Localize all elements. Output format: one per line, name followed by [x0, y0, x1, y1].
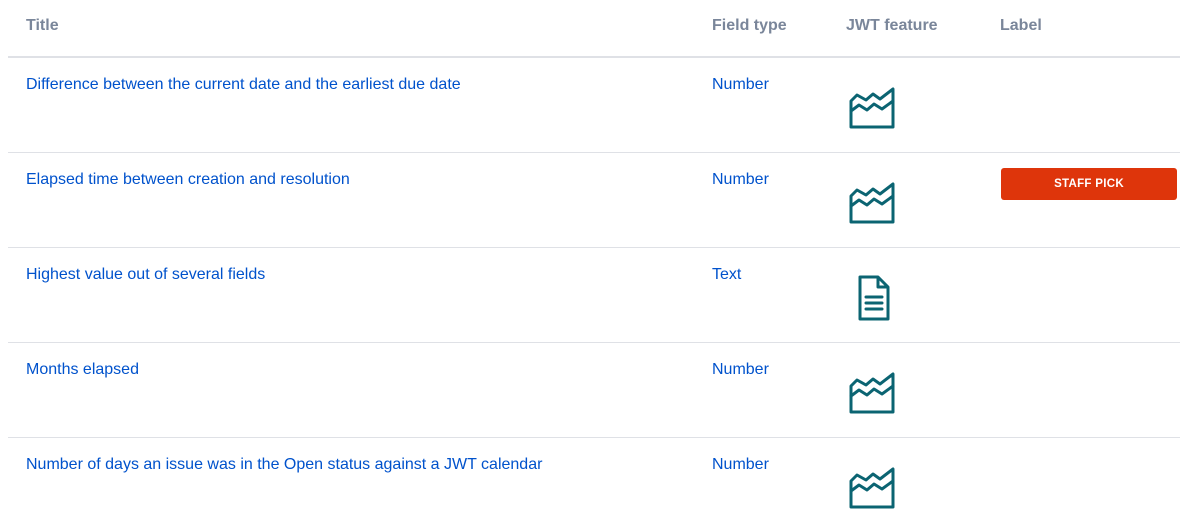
calculated-field-icon: [846, 176, 900, 230]
field-type-link[interactable]: Number: [712, 76, 769, 94]
table-row: Number of days an issue was in the Open …: [8, 438, 1180, 532]
use-case-title-link[interactable]: Months elapsed: [26, 361, 139, 379]
use-cases-table: Title Field type JWT feature Label Diffe…: [8, 0, 1180, 532]
field-type-link[interactable]: Text: [712, 266, 741, 284]
field-type-link[interactable]: Number: [712, 456, 769, 474]
calculated-field-icon: [846, 366, 900, 420]
table-row: Highest value out of several fields Text: [8, 248, 1180, 343]
field-type-link[interactable]: Number: [712, 361, 769, 379]
use-case-title-link[interactable]: Elapsed time between creation and resolu…: [26, 171, 350, 189]
calculated-field-icon: [846, 461, 900, 515]
header-title[interactable]: Title: [26, 17, 59, 35]
table-row: Months elapsed Number: [8, 343, 1180, 438]
header-label[interactable]: Label: [1000, 17, 1042, 35]
document-icon: [846, 271, 900, 325]
staff-pick-badge: STAFF PICK: [1001, 168, 1177, 200]
header-field-type[interactable]: Field type: [712, 17, 787, 35]
calculated-field-icon: [846, 81, 900, 135]
use-case-title-link[interactable]: Highest value out of several fields: [26, 266, 265, 284]
table-row: Difference between the current date and …: [8, 58, 1180, 153]
use-case-title-link[interactable]: Number of days an issue was in the Open …: [26, 456, 542, 474]
field-type-link[interactable]: Number: [712, 171, 769, 189]
table-header: Title Field type JWT feature Label: [8, 0, 1180, 58]
use-case-title-link[interactable]: Difference between the current date and …: [26, 76, 461, 94]
table-row: Elapsed time between creation and resolu…: [8, 153, 1180, 248]
header-jwt-feature[interactable]: JWT feature: [846, 17, 938, 35]
